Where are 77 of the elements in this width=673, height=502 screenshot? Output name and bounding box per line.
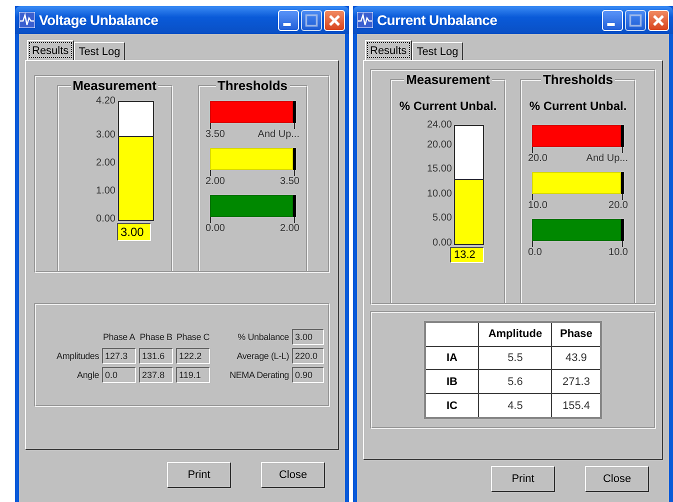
waveform-icon — [357, 12, 373, 28]
window-title: Current Unbalance — [377, 12, 498, 28]
threshold-label: 0.00 — [206, 223, 225, 234]
tab[interactable]: Test Log — [74, 42, 126, 60]
column-header: Phase A — [102, 332, 136, 342]
tab[interactable]: Results — [27, 40, 74, 60]
value-field: 220.0 — [292, 348, 324, 364]
scale-label: 0.00 — [96, 214, 116, 224]
field-label: Average (L-L) — [236, 351, 289, 361]
table-cell: 5.6 — [478, 370, 552, 394]
column-header: Phase B — [139, 332, 174, 342]
minimize-icon — [607, 22, 615, 26]
row-header: IA — [425, 346, 478, 370]
scale-label: 0.00 — [432, 238, 452, 248]
scale-label: 2.00 — [96, 157, 116, 168]
value-field: 0.0 — [102, 367, 136, 383]
group-title: Thresholds — [540, 72, 616, 87]
window-title: Voltage Unbalance — [39, 12, 160, 28]
field-label: NEMA Derating — [228, 370, 289, 380]
threshold-label: 10.0 — [608, 247, 628, 258]
value-field: 3.00 — [292, 329, 324, 345]
value-field: 127.3 — [102, 348, 136, 364]
scale-label: 10.00 — [426, 188, 452, 200]
group-title: Thresholds — [215, 78, 290, 93]
unit-label: % Current Unbal. — [529, 99, 627, 113]
threshold-label: And Up... — [258, 129, 300, 140]
scale-label: 24.00 — [426, 120, 452, 130]
scale-label: 20.00 — [426, 139, 452, 150]
dialog-button[interactable]: Print — [491, 466, 555, 492]
threshold-label: 2.00 — [206, 176, 225, 187]
minimize-icon — [283, 22, 291, 26]
dialog-button[interactable]: Close — [585, 466, 649, 492]
threshold-label: 20.0 — [608, 200, 628, 211]
column-header: Phase C — [176, 332, 210, 342]
maximize-icon — [304, 12, 319, 28]
threshold-label: 3.50 — [206, 129, 225, 140]
dialog-button[interactable]: Close — [261, 462, 325, 488]
close-button[interactable] — [324, 10, 345, 30]
group-title: Measurement — [404, 72, 492, 87]
scale-label: 4.20 — [96, 96, 116, 106]
row-header: IB — [425, 370, 478, 394]
threshold-label: 0.0 — [528, 247, 542, 258]
row-label: Angle — [76, 370, 100, 380]
maximize-icon — [628, 12, 643, 28]
table-cell: 5.5 — [478, 346, 552, 370]
minimize-button[interactable] — [278, 10, 299, 30]
column-header: Amplitude — [478, 322, 552, 346]
field-label: % Unbalance — [236, 332, 289, 342]
waveform-icon — [19, 12, 35, 28]
row-label: Amplitudes — [56, 351, 100, 361]
reading-field: 13.2 — [450, 247, 484, 263]
threshold-label: 10.0 — [528, 200, 548, 211]
close-button[interactable] — [648, 10, 669, 30]
tab[interactable]: Test Log — [412, 42, 464, 60]
value-field: 122.2 — [176, 348, 210, 364]
value-field: 131.6 — [139, 348, 174, 364]
scale-label: 5.00 — [432, 212, 452, 224]
group-title: Measurement — [70, 78, 158, 93]
dialog-button[interactable]: Print — [167, 462, 231, 488]
scale-label: 15.00 — [426, 164, 452, 175]
threshold-label: And Up... — [586, 153, 628, 164]
value-field: 119.1 — [176, 367, 210, 383]
scale-label: 1.00 — [96, 185, 116, 196]
close-icon — [651, 12, 666, 28]
scale-label: 3.00 — [96, 129, 116, 140]
reading-field: 3.00 — [116, 223, 150, 241]
threshold-label: 20.0 — [528, 153, 548, 164]
threshold-label: 2.00 — [280, 223, 300, 234]
value-field: 237.8 — [139, 367, 174, 383]
maximize-button[interactable] — [301, 10, 322, 30]
tab[interactable]: Results — [365, 40, 412, 60]
minimize-button[interactable] — [602, 10, 623, 30]
unit-label: % Current Unbal. — [399, 99, 497, 113]
close-icon — [327, 12, 342, 28]
value-field: 0.90 — [292, 367, 324, 383]
threshold-label: 3.50 — [280, 176, 300, 187]
maximize-button[interactable] — [625, 10, 646, 30]
